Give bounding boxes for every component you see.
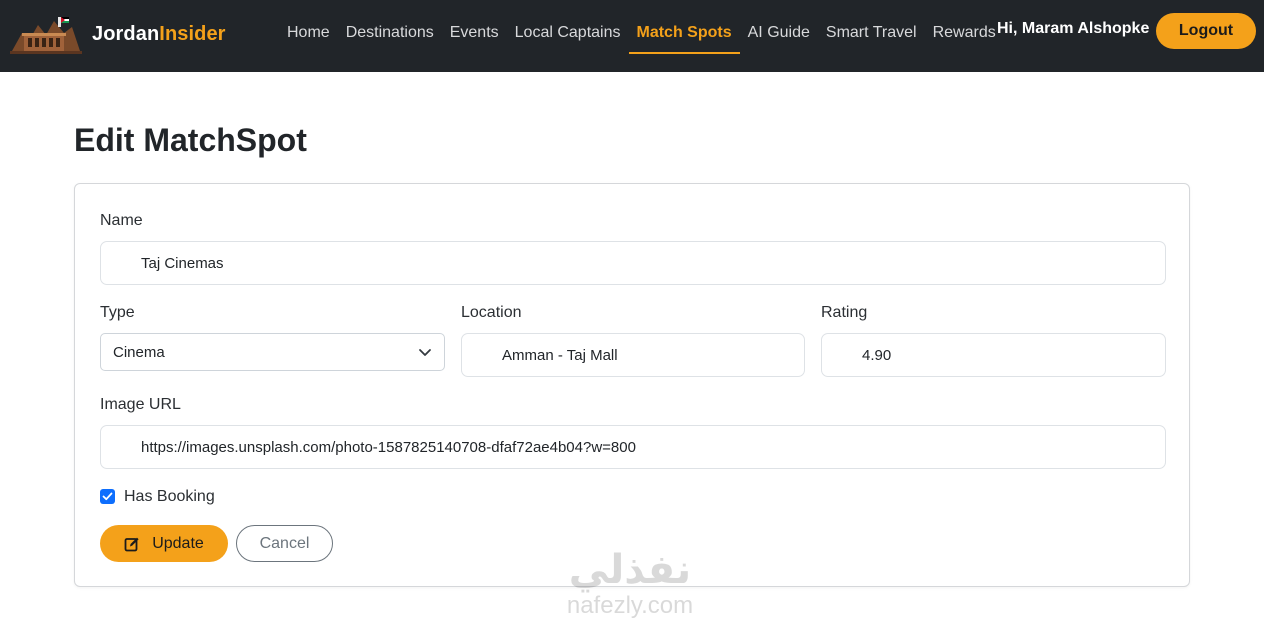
nav-ai-guide[interactable]: AI Guide (740, 0, 818, 72)
type-select[interactable]: Cinema (100, 333, 445, 371)
name-input[interactable]: Taj Cinemas (100, 241, 1166, 285)
watermark: نفذلي nafezly.com (555, 548, 705, 632)
edit-icon (124, 537, 139, 551)
user-greeting: Hi, Maram Alshopke (997, 20, 1150, 37)
nav-local-captains[interactable]: Local Captains (507, 0, 629, 72)
update-button-label: Update (152, 534, 204, 552)
nav-events[interactable]: Events (442, 0, 507, 72)
logout-button[interactable]: Logout (1156, 13, 1256, 49)
name-label: Name (100, 212, 143, 229)
top-navbar: JordanInsider Home Destinations Events L… (0, 0, 1264, 72)
nav-destinations[interactable]: Destinations (338, 0, 442, 72)
nav-smart-travel[interactable]: Smart Travel (818, 0, 925, 72)
location-input-value: Amman - Taj Mall (502, 346, 618, 364)
chevron-down-icon (419, 349, 431, 356)
rating-input-value: 4.90 (862, 346, 892, 364)
image-url-input[interactable]: https://images.unsplash.com/photo-158782… (100, 425, 1166, 469)
location-label: Location (461, 304, 522, 321)
nav-match-spots[interactable]: Match Spots (628, 0, 740, 72)
watermark-arabic: نفذلي (568, 548, 692, 592)
brand[interactable]: JordanInsider (8, 12, 226, 56)
nav-rewards[interactable]: Rewards (925, 0, 1004, 72)
nav-home[interactable]: Home (279, 0, 338, 72)
brand-name-part2: Insider (159, 22, 226, 45)
has-booking-checkbox[interactable] (100, 489, 115, 504)
watermark-latin: nafezly.com (566, 592, 694, 619)
location-input[interactable]: Amman - Taj Mall (461, 333, 805, 377)
type-select-value: Cinema (113, 343, 165, 361)
has-booking-label: Has Booking (124, 488, 215, 505)
type-label: Type (100, 304, 135, 321)
nav-links: Home Destinations Events Local Captains … (279, 0, 1004, 72)
rating-input[interactable]: 4.90 (821, 333, 1166, 377)
image-url-input-value: https://images.unsplash.com/photo-158782… (141, 438, 636, 456)
jordan-logo-icon (8, 13, 84, 55)
rating-label: Rating (821, 304, 868, 321)
page-title: Edit MatchSpot (74, 122, 307, 158)
edit-form-card: Name Taj Cinemas Type Cinema Location Am… (74, 183, 1190, 587)
update-button[interactable]: Update (100, 525, 228, 562)
name-input-value: Taj Cinemas (141, 254, 224, 272)
checkmark-icon (102, 492, 113, 501)
cancel-button[interactable]: Cancel (236, 525, 333, 562)
brand-name-part1: Jordan (92, 22, 160, 45)
image-url-label: Image URL (100, 396, 181, 413)
brand-name: JordanInsider (92, 23, 226, 46)
